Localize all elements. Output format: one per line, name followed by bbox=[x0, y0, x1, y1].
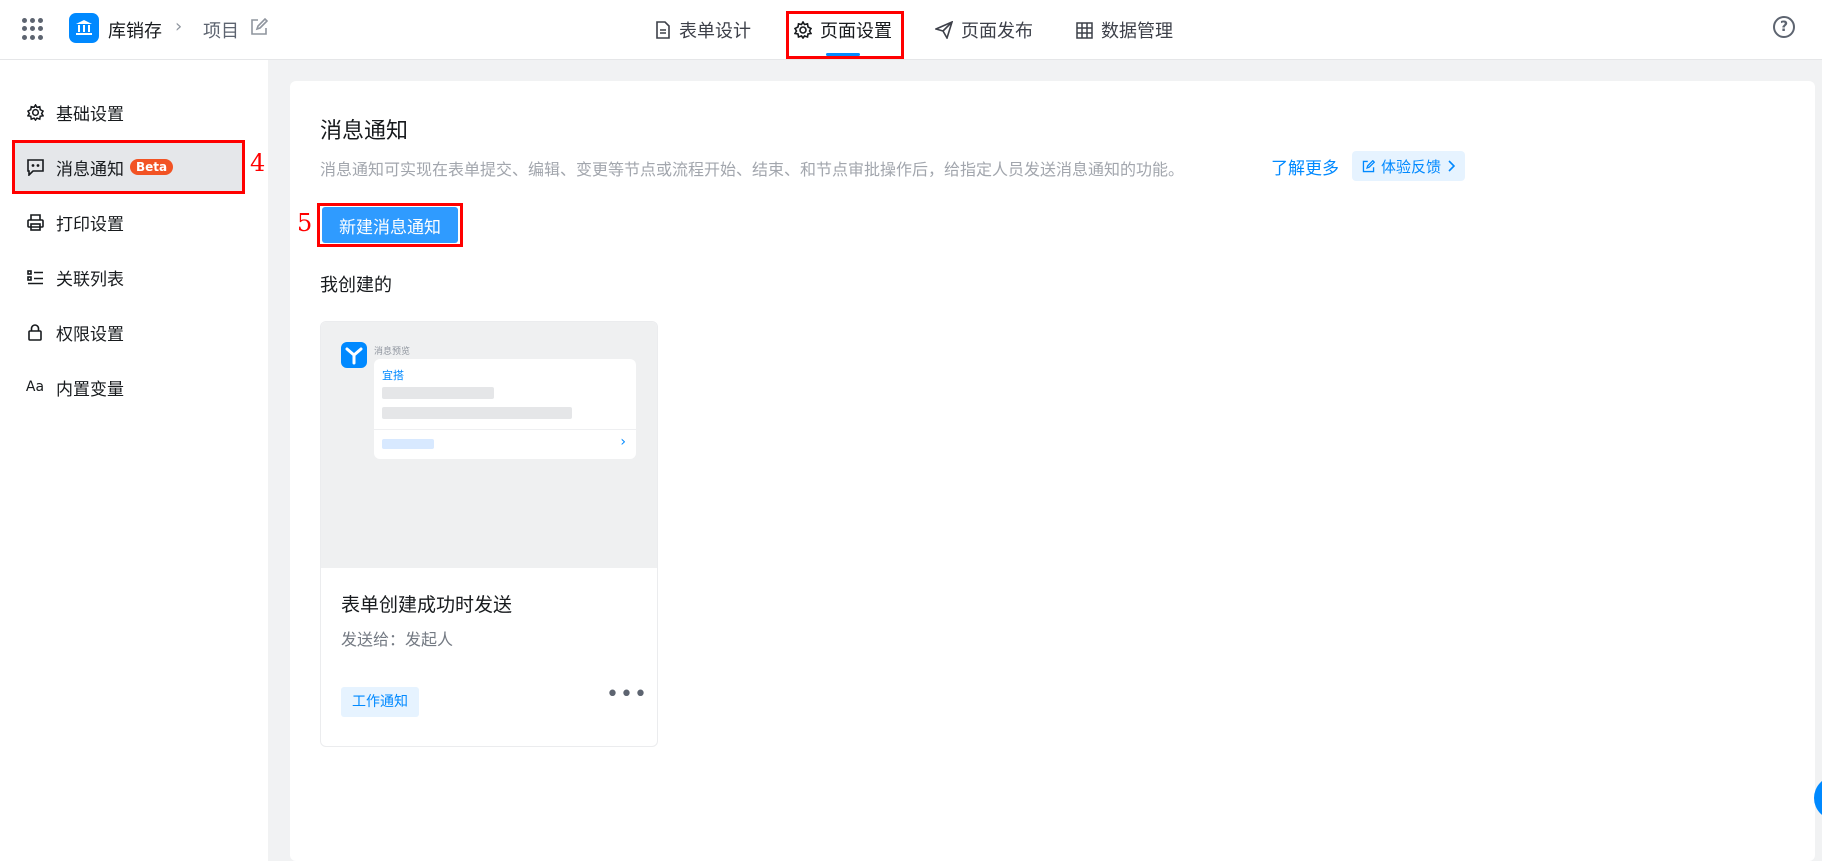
sidebar-item-label: 消息通知 bbox=[56, 159, 124, 180]
tab-label: 表单设计 bbox=[679, 21, 751, 42]
breadcrumb-project[interactable]: 项目 bbox=[203, 17, 239, 43]
sidebar-item-related-list[interactable]: 关联列表 bbox=[13, 252, 243, 302]
active-tab-indicator bbox=[826, 53, 860, 56]
sidebar-item-message-notification[interactable]: 消息通知 Beta bbox=[13, 142, 243, 192]
tab-page-settings[interactable]: 页面设置 bbox=[794, 0, 892, 60]
send-icon bbox=[935, 21, 953, 39]
divider bbox=[374, 429, 636, 430]
help-icon[interactable]: ? bbox=[1773, 16, 1795, 38]
lock-icon bbox=[26, 323, 44, 341]
preview-tag: 消息预览 bbox=[374, 347, 411, 357]
annotation-marker-5: 5 bbox=[297, 209, 313, 237]
gear-icon bbox=[794, 21, 812, 39]
section-title-my-created: 我创建的 bbox=[320, 275, 392, 296]
message-preview: 消息预览 宜搭 › bbox=[321, 322, 657, 568]
edit-icon[interactable] bbox=[250, 17, 269, 40]
tab-label: 页面设置 bbox=[820, 21, 892, 42]
more-options-icon[interactable]: ••• bbox=[606, 682, 648, 707]
page-title: 消息通知 bbox=[320, 119, 409, 144]
floating-assistant-button[interactable] bbox=[1814, 776, 1822, 820]
app-name[interactable]: 库销存 bbox=[108, 17, 162, 43]
notification-type-tag: 工作通知 bbox=[341, 687, 419, 717]
sidebar-item-label: 基础设置 bbox=[56, 104, 124, 125]
preview-placeholder-line bbox=[382, 439, 434, 449]
app-grid-icon[interactable] bbox=[22, 18, 44, 40]
main-panel: 消息通知 消息通知可实现在表单提交、编辑、变更等节点或流程开始、结束、和节点审批… bbox=[290, 81, 1815, 861]
sidebar-item-label: 内置变量 bbox=[56, 379, 124, 400]
tab-form-design[interactable]: 表单设计 bbox=[655, 0, 751, 60]
card-recipient: 发送给：发起人 bbox=[341, 630, 454, 649]
preview-message-box: 宜搭 › bbox=[374, 359, 636, 459]
tab-page-publish[interactable]: 页面发布 bbox=[935, 0, 1033, 60]
preview-app-label: 宜搭 bbox=[382, 369, 404, 382]
edit-icon bbox=[1362, 159, 1375, 172]
page-description: 消息通知可实现在表单提交、编辑、变更等节点或流程开始、结束、和节点审批操作后，给… bbox=[320, 160, 1185, 179]
tab-data-management[interactable]: 数据管理 bbox=[1076, 0, 1173, 60]
new-notification-button[interactable]: 新建消息通知 bbox=[322, 207, 458, 243]
yida-logo-icon bbox=[341, 342, 367, 372]
font-icon: Aa bbox=[25, 379, 45, 395]
tab-label: 页面发布 bbox=[961, 21, 1033, 42]
chevron-right-icon: › bbox=[620, 434, 626, 450]
feedback-button[interactable]: 体验反馈 bbox=[1352, 151, 1466, 181]
gear-icon bbox=[26, 103, 44, 121]
preview-placeholder-line bbox=[382, 387, 494, 399]
tab-label: 数据管理 bbox=[1101, 21, 1173, 42]
annotation-marker-4: 4 bbox=[250, 149, 266, 177]
sidebar-item-label: 打印设置 bbox=[56, 214, 124, 235]
sidebar-item-builtin-variables[interactable]: Aa 内置变量 bbox=[13, 362, 243, 412]
list-icon bbox=[26, 268, 44, 286]
sidebar-item-print-settings[interactable]: 打印设置 bbox=[13, 197, 243, 247]
message-icon bbox=[26, 158, 44, 176]
sidebar-item-permission-settings[interactable]: 权限设置 bbox=[13, 307, 243, 357]
feedback-label: 体验反馈 bbox=[1381, 157, 1442, 176]
sidebar: 基础设置 消息通知 Beta 打印设置 关联列表 权限设置 Aa 内置变量 4 bbox=[0, 60, 268, 861]
breadcrumb-separator-icon: › bbox=[175, 16, 183, 37]
printer-icon bbox=[26, 213, 44, 231]
chevron-right-icon bbox=[1448, 160, 1456, 172]
sidebar-item-basic-settings[interactable]: 基础设置 bbox=[13, 87, 243, 137]
table-icon bbox=[1076, 21, 1093, 39]
sidebar-item-label: 权限设置 bbox=[56, 324, 124, 345]
sidebar-item-label: 关联列表 bbox=[56, 269, 124, 290]
preview-placeholder-line bbox=[382, 407, 572, 419]
app-logo-icon bbox=[69, 13, 99, 43]
notification-card[interactable]: 消息预览 宜搭 › 表单创建成功时发送 发送给：发起人 工作通知 ••• bbox=[320, 321, 658, 747]
learn-more-link[interactable]: 了解更多 bbox=[1271, 154, 1339, 179]
beta-badge: Beta bbox=[130, 159, 174, 175]
top-header: 库销存 › 项目 表单设计 页面设置 页面发布 数据管理 ? bbox=[0, 0, 1822, 60]
document-icon bbox=[656, 21, 670, 39]
card-title: 表单创建成功时发送 bbox=[341, 594, 513, 616]
